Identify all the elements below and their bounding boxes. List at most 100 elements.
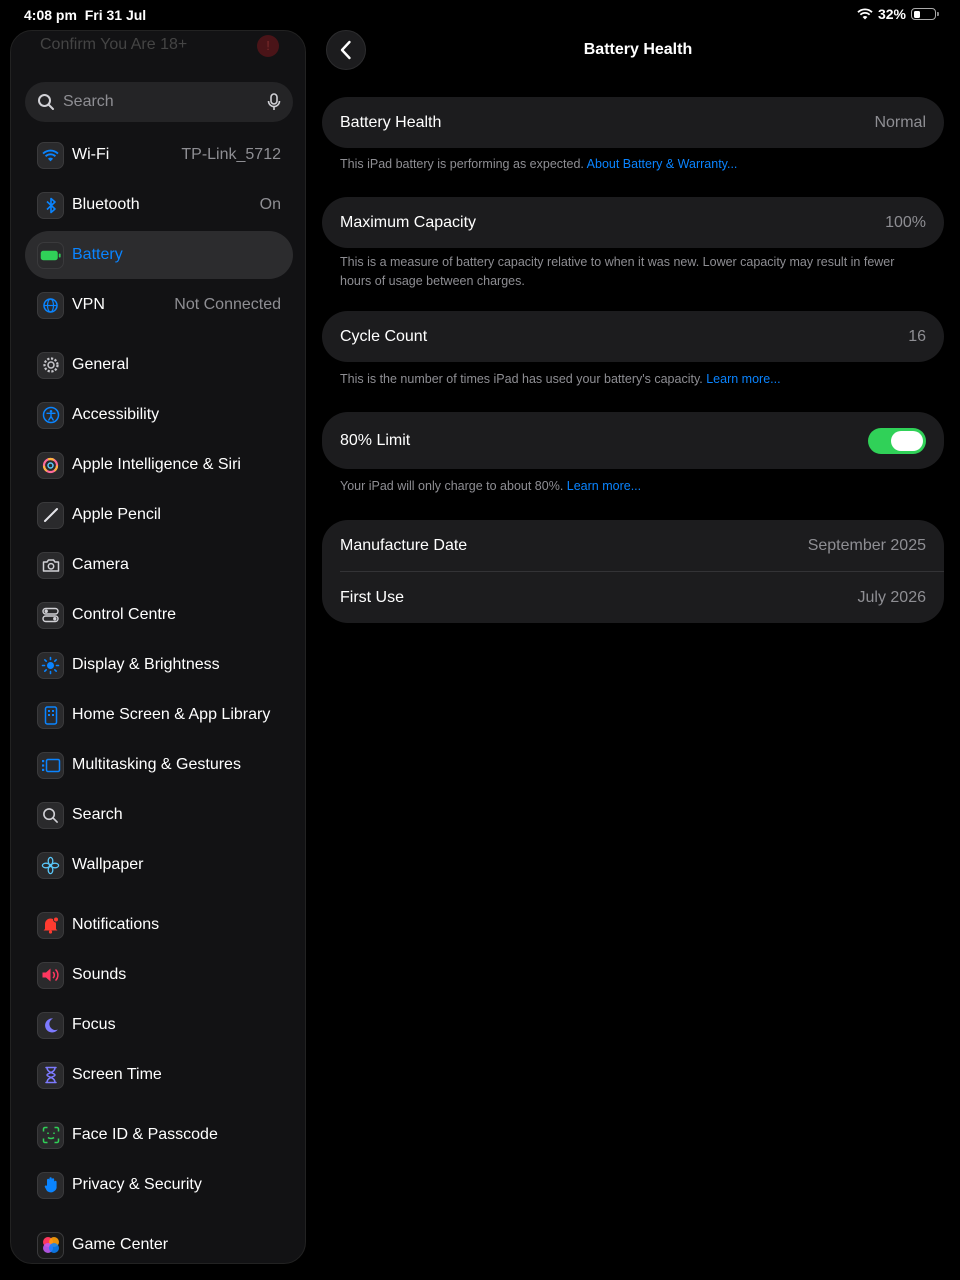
about-battery-link[interactable]: About Battery & Warranty...	[587, 157, 738, 171]
sidebar-item-label: Multitasking & Gestures	[72, 756, 241, 773]
sidebar-item-face-id[interactable]: Face ID & Passcode	[25, 1111, 293, 1159]
battery-health-row: Battery Health Normal	[322, 97, 944, 148]
sidebar-item-siri[interactable]: Apple Intelligence & Siri	[25, 441, 293, 489]
sidebar-item-wifi[interactable]: Wi-Fi TP-Link_5712	[25, 131, 293, 179]
battery-status-icon	[911, 8, 939, 20]
sidebar-item-game-center[interactable]: Game Center	[25, 1221, 293, 1263]
search-placeholder: Search	[63, 93, 114, 110]
sidebar-item-label: Privacy & Security	[72, 1176, 202, 1193]
gear-icon	[37, 351, 64, 379]
bell-icon	[37, 911, 64, 939]
learn-more-link[interactable]: Learn more...	[567, 479, 641, 493]
sidebar-item-vpn[interactable]: VPN Not Connected	[25, 281, 293, 329]
sidebar-item-label: Game Center	[72, 1236, 169, 1253]
row-value: September 2025	[807, 536, 926, 554]
limit-footer: Your iPad will only charge to about 80%.…	[340, 477, 920, 496]
magnifier-icon	[37, 801, 64, 829]
footer-text: This iPad battery is performing as expec…	[340, 157, 587, 171]
sidebar-item-value: TP-Link_5712	[181, 146, 281, 163]
sidebar-item-display-brightness[interactable]: Display & Brightness	[25, 641, 293, 689]
toggle-knob	[891, 430, 923, 451]
row-label: Manufacture Date	[340, 536, 468, 554]
sidebar-item-value: On	[259, 196, 281, 213]
sidebar-item-multitasking[interactable]: Multitasking & Gestures	[25, 741, 293, 789]
sidebar-item-label: Bluetooth	[72, 196, 140, 213]
sidebar-item-notifications[interactable]: Notifications	[25, 901, 293, 949]
search-icon	[38, 94, 54, 110]
sidebar-item-privacy[interactable]: Privacy & Security	[25, 1161, 293, 1209]
siri-icon	[37, 451, 64, 479]
sidebar: Confirm You Are 18+ ! Search Wi-Fi TP-Li…	[10, 30, 306, 1264]
faceid-icon	[37, 1121, 64, 1149]
sidebar-item-search[interactable]: Search	[25, 791, 293, 839]
bluetooth-icon	[37, 191, 64, 219]
row-label: 80% Limit	[340, 431, 411, 449]
sidebar-item-value: Not Connected	[174, 296, 281, 313]
moon-icon	[37, 1011, 64, 1039]
camera-icon	[37, 551, 64, 579]
sidebar-item-screen-time[interactable]: Screen Time	[25, 1051, 293, 1099]
multitasking-icon	[37, 751, 64, 779]
footer-text: This is the number of times iPad has use…	[340, 372, 707, 386]
sidebar-item-general[interactable]: General	[25, 341, 293, 389]
age-confirm-banner[interactable]: Confirm You Are 18+	[40, 36, 187, 54]
limit-card: 80% Limit	[322, 412, 944, 469]
sidebar-item-control-centre[interactable]: Control Centre	[25, 591, 293, 639]
sidebar-item-label: Wallpaper	[72, 856, 144, 873]
first-use-row: First Use July 2026	[322, 572, 944, 623]
max-capacity-row: Maximum Capacity 100%	[322, 197, 944, 248]
row-label: Battery Health	[340, 113, 442, 131]
sidebar-item-focus[interactable]: Focus	[25, 1001, 293, 1049]
hourglass-icon	[37, 1061, 64, 1089]
microphone-icon[interactable]	[267, 93, 281, 111]
sidebar-item-sounds[interactable]: Sounds	[25, 951, 293, 999]
wifi-status-icon	[857, 8, 873, 20]
learn-more-link[interactable]: Learn more...	[706, 372, 780, 386]
sidebar-item-label: General	[72, 356, 129, 373]
battery-health-card: Battery Health Normal	[322, 97, 944, 148]
sidebar-item-wallpaper[interactable]: Wallpaper	[25, 841, 293, 889]
row-value: 16	[908, 327, 926, 345]
sidebar-item-accessibility[interactable]: Accessibility	[25, 391, 293, 439]
sidebar-item-apple-pencil[interactable]: Apple Pencil	[25, 491, 293, 539]
sidebar-item-camera[interactable]: Camera	[25, 541, 293, 589]
limit-toggle[interactable]	[868, 427, 926, 454]
speaker-icon	[37, 961, 64, 989]
sidebar-item-label: Accessibility	[72, 406, 160, 423]
max-capacity-card: Maximum Capacity 100%	[322, 197, 944, 248]
row-label: First Use	[340, 588, 404, 606]
status-bar: 4:08 pm Fri 31 Jul 32%	[0, 0, 960, 30]
back-button[interactable]	[326, 30, 366, 70]
footer-text: Your iPad will only charge to about 80%.	[340, 479, 567, 493]
battery-health-footer: This iPad battery is performing as expec…	[340, 155, 920, 174]
sidebar-item-label: Apple Intelligence & Siri	[72, 456, 241, 473]
cycle-count-card: Cycle Count 16	[322, 311, 944, 362]
cycle-count-footer: This is the number of times iPad has use…	[340, 370, 920, 389]
sidebar-item-bluetooth[interactable]: Bluetooth On	[25, 181, 293, 229]
search-field[interactable]: Search	[25, 82, 293, 122]
sidebar-item-label: Search	[72, 806, 123, 823]
flower-icon	[37, 851, 64, 879]
row-label: Maximum Capacity	[340, 213, 477, 231]
sidebar-item-label: VPN	[72, 296, 105, 313]
sidebar-item-label: Focus	[72, 1016, 116, 1033]
sun-icon	[37, 651, 64, 679]
max-capacity-footer: This is a measure of battery capacity re…	[340, 255, 895, 288]
battery-icon	[37, 241, 64, 269]
status-right: 32%	[857, 6, 939, 22]
sidebar-item-label: Face ID & Passcode	[72, 1126, 218, 1143]
toggles-icon	[37, 601, 64, 629]
pencil-icon	[37, 501, 64, 529]
limit-row: 80% Limit	[322, 412, 944, 469]
accessibility-icon	[37, 401, 64, 429]
sidebar-item-battery[interactable]: Battery	[25, 231, 293, 279]
cycle-count-row: Cycle Count 16	[322, 311, 944, 362]
sidebar-item-label: Camera	[72, 556, 129, 573]
status-time: 4:08 pm Fri 31 Jul	[24, 7, 147, 23]
sidebar-item-label: Home Screen & App Library	[72, 706, 271, 723]
sidebar-item-home-screen[interactable]: Home Screen & App Library	[25, 691, 293, 739]
manufacture-date-row: Manufacture Date September 2025	[322, 520, 944, 571]
dates-card: Manufacture Date September 2025 First Us…	[322, 520, 944, 623]
row-label: Cycle Count	[340, 327, 428, 345]
sidebar-item-label: Screen Time	[72, 1066, 162, 1083]
